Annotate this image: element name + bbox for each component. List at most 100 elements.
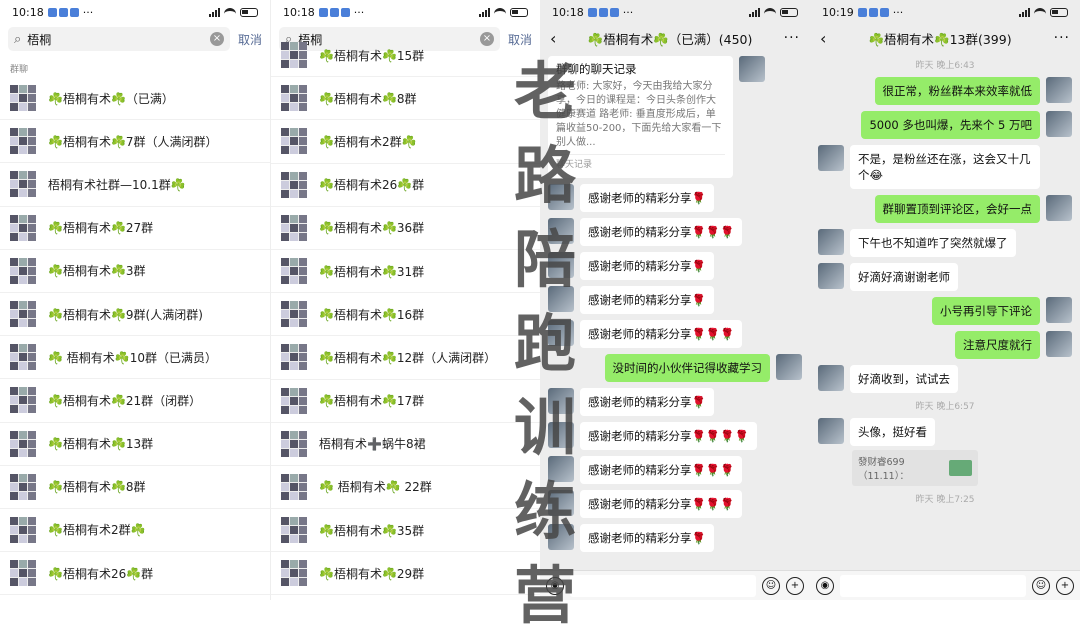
avatar[interactable] [548, 286, 574, 312]
forwarded-record[interactable]: 群聊的聊天记录 路老师: 大家好，今天由我给大家分享，今日的课程是：今日头条创作… [548, 56, 802, 178]
group-result[interactable]: ☘️梧桐有术☘️16群 [271, 293, 540, 337]
group-result[interactable]: ☘️梧桐有术☘️3群 [0, 250, 270, 293]
group-result[interactable]: ☘️梧桐有术☘️27群 [0, 207, 270, 250]
voice-icon[interactable]: ◉ [546, 576, 564, 595]
emoji-icon[interactable]: ☺ [1032, 576, 1050, 595]
group-result[interactable]: ☘️梧桐有术☘️12群（人满闭群） [271, 336, 540, 380]
chat-message[interactable]: 很正常，粉丝群本来效率就低 [818, 77, 1072, 105]
group-result[interactable]: ☘️梧桐有术☘️31群 [271, 250, 540, 294]
group-result[interactable]: ☘️梧桐有术☘️36群 [271, 207, 540, 250]
group-result[interactable]: ☘️梧桐有术☘️9群(人满闭群) [0, 293, 270, 337]
chat-message[interactable]: 头像，挺好看 [818, 418, 1072, 446]
avatar[interactable] [818, 145, 844, 171]
record-footer: 聊天记录 [556, 154, 725, 172]
chat-message[interactable]: 感谢老师的精彩分享🌹🌹🌹 [548, 490, 802, 518]
avatar[interactable] [548, 388, 574, 414]
group-result[interactable]: ☘️梧桐有术2群☘️ [0, 509, 270, 553]
message-bubble: 5000 多也叫爆，先来个 5 万吧 [861, 111, 1040, 139]
avatar[interactable] [1046, 297, 1072, 323]
avatar[interactable] [776, 354, 802, 380]
avatar[interactable] [1046, 111, 1072, 137]
chat-message[interactable]: 感谢老师的精彩分享🌹🌹🌹 [548, 320, 802, 348]
group-avatar [281, 171, 307, 198]
chat-message[interactable]: 小号再引导下评论 [818, 297, 1072, 325]
group-result[interactable]: ☘️梧桐有术☘️35群 [271, 509, 540, 553]
group-result[interactable]: ☘️梧桐有术☘️21群（闭群） [0, 379, 270, 423]
group-name: ☘️梧桐有术☘️7群（人满闭群） [48, 134, 218, 149]
avatar[interactable] [818, 229, 844, 255]
avatar[interactable] [548, 422, 574, 448]
voice-icon[interactable]: ◉ [816, 576, 834, 595]
group-name: ☘️梧桐有术26☘️群 [48, 566, 154, 581]
group-result[interactable]: ☘️ 梧桐有术☘️ 22群 [271, 466, 540, 510]
group-result[interactable]: ☘️梧桐有术☘️8群 [0, 466, 270, 509]
cancel-button[interactable]: 取消 [238, 31, 262, 48]
chat-message[interactable]: 注意尺度就行 [818, 331, 1072, 359]
clear-icon[interactable]: × [479, 32, 494, 46]
chat-message[interactable]: 下午也不知道咋了突然就爆了 [818, 229, 1072, 257]
avatar[interactable] [548, 252, 574, 278]
signal-icon [479, 7, 490, 17]
avatar[interactable] [1046, 195, 1072, 221]
group-result[interactable]: ☘️梧桐有术☘️13群 [0, 423, 270, 466]
group-result[interactable]: ☘️梧桐有术☘️29群 [271, 552, 540, 596]
clear-icon[interactable]: × [209, 32, 224, 46]
avatar[interactable] [818, 418, 844, 444]
group-result[interactable]: 梧桐有术➕蜗牛8裙 [271, 423, 540, 466]
cancel-button[interactable]: 取消 [508, 31, 532, 48]
avatar[interactable] [548, 524, 574, 550]
plus-icon[interactable]: + [1056, 576, 1074, 595]
more-icon[interactable]: ··· [784, 30, 800, 46]
chat-message[interactable]: 感谢老师的精彩分享🌹🌹🌹🌹 [548, 422, 802, 450]
plus-icon[interactable]: + [786, 576, 804, 595]
group-result[interactable]: ☘️梧桐有术2群☘️ [271, 120, 540, 164]
avatar[interactable] [548, 320, 574, 346]
avatar[interactable] [548, 456, 574, 482]
group-result[interactable]: ☘️梧桐有术☘️8群 [271, 77, 540, 121]
chat-message[interactable]: 5000 多也叫爆，先来个 5 万吧 [818, 111, 1072, 139]
message-input[interactable] [570, 574, 756, 597]
chat-title: ☘️梧桐有术☘️（已满）(450) [587, 31, 753, 47]
notification-icons [587, 7, 619, 17]
chat-message[interactable]: 感谢老师的精彩分享🌹 [548, 286, 802, 314]
clock: 10:18 [552, 5, 584, 19]
clock: 10:19 [822, 5, 854, 19]
message-bubble: 下午也不知道咋了突然就爆了 [850, 229, 1016, 257]
emoji-icon[interactable]: ☺ [762, 576, 780, 595]
group-result[interactable]: ☘️ 梧桐有术☘️10群（已满员） [0, 336, 270, 380]
chat-message[interactable]: 感谢老师的精彩分享🌹 [548, 524, 802, 552]
group-result[interactable]: 梧桐有术社群—10.1群☘️ [0, 163, 270, 207]
avatar[interactable] [818, 263, 844, 289]
group-result[interactable]: ☘️梧桐有术☘️17群 [271, 380, 540, 423]
group-name: ☘️梧桐有术☘️31群 [319, 264, 425, 279]
group-name: ☘️梧桐有术☘️27群 [48, 221, 154, 236]
chat-message[interactable]: 感谢老师的精彩分享🌹🌹🌹 [548, 456, 802, 484]
search-panel-2: 10:18 ··· ⌕ 梧桐 × 取消 ☘️梧桐有术☘️15群 ☘️梧桐有术☘️8群 ☘️… [270, 0, 540, 600]
group-result[interactable]: ☘️梧桐有术☘️（已满） [0, 77, 270, 121]
chat-message[interactable]: 感谢老师的精彩分享🌹🌹🌹 [548, 218, 802, 246]
message-input[interactable] [840, 574, 1026, 597]
avatar[interactable] [1046, 331, 1072, 357]
chat-message[interactable]: 好滴好滴谢谢老师 [818, 263, 1072, 291]
quoted-message[interactable]: 發财睿699（11.11）： [852, 450, 978, 486]
chat-message[interactable]: 好滴收到，试试去 [818, 365, 1072, 393]
avatar[interactable] [818, 365, 844, 391]
avatar[interactable] [1046, 77, 1072, 103]
chat-message[interactable]: 没时间的小伙伴记得收藏学习 [548, 354, 802, 382]
group-result[interactable]: ☘️梧桐有术26☘️群 [271, 164, 540, 207]
group-result[interactable]: ☘️梧桐有术26☘️群 [0, 552, 270, 596]
search-input[interactable]: ⌕ 梧桐 × [8, 27, 230, 51]
chat-message[interactable]: 感谢老师的精彩分享🌹 [548, 388, 802, 416]
more-icon[interactable]: ··· [1054, 30, 1070, 46]
avatar[interactable] [548, 218, 574, 244]
chat-message[interactable]: 群聊置顶到评论区，会好一点 [818, 195, 1072, 223]
avatar[interactable] [548, 184, 574, 210]
chat-message[interactable]: 感谢老师的精彩分享🌹 [548, 184, 802, 212]
group-avatar [281, 301, 307, 328]
avatar[interactable] [548, 490, 574, 516]
chat-message[interactable]: 感谢老师的精彩分享🌹 [548, 252, 802, 280]
group-avatar [10, 214, 36, 241]
chat-message[interactable]: 不是，是粉丝还在涨，这会又十几个😂 [818, 145, 1072, 189]
avatar[interactable] [739, 56, 765, 82]
group-result[interactable]: ☘️梧桐有术☘️7群（人满闭群） [0, 120, 270, 164]
